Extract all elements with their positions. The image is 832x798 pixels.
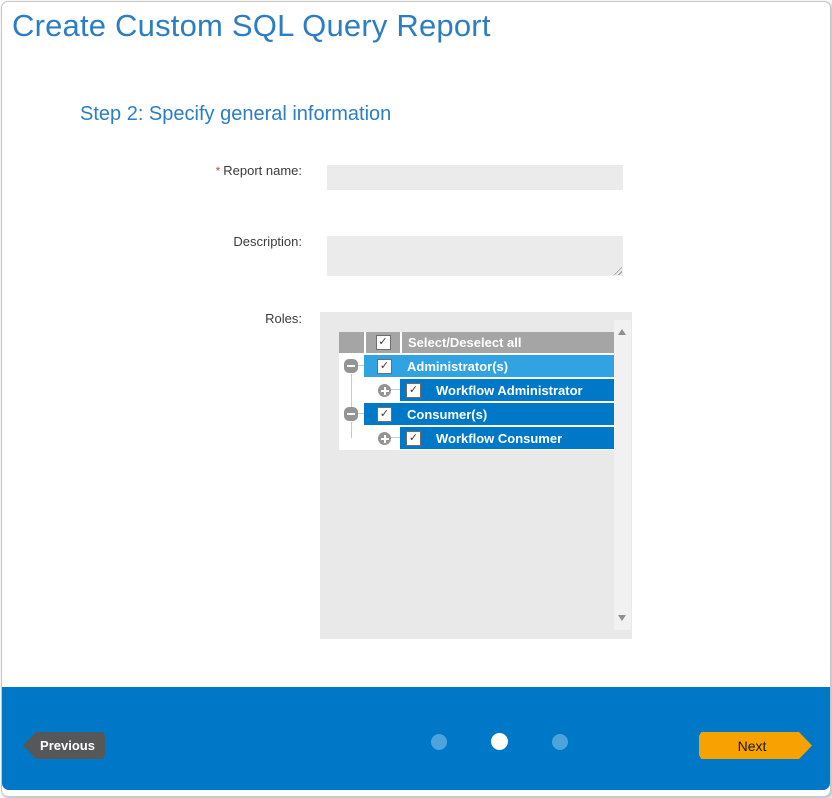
expand-icon[interactable] [378, 384, 391, 397]
tree-row-consumers[interactable]: ✓ Consumer(s) [364, 403, 614, 425]
step-indicator [431, 733, 568, 750]
wizard-window: Create Custom SQL Query Report Step 2: S… [1, 1, 831, 797]
row-checkbox[interactable]: ✓ [406, 383, 421, 398]
tree-connector-line [391, 389, 400, 390]
roles-label: Roles: [102, 311, 302, 326]
tree-header-checkbox-cell: ✓ [366, 332, 400, 353]
row-checkbox[interactable]: ✓ [377, 359, 392, 374]
expand-icon[interactable] [378, 432, 391, 445]
tree-row-workflow-administrator[interactable]: ✓ Workflow Administrator [400, 379, 614, 401]
next-button[interactable]: Next [699, 732, 812, 759]
report-name-label-text: Report name: [223, 163, 302, 178]
wizard-footer: Previous Next [2, 687, 830, 790]
step-dot-1 [431, 734, 447, 750]
tree-row-workflow-consumer[interactable]: ✓ Workflow Consumer [400, 427, 614, 449]
description-label: Description: [102, 234, 302, 249]
collapse-icon[interactable] [344, 407, 358, 421]
step-dot-3 [552, 734, 568, 750]
required-marker: * [216, 164, 221, 178]
report-name-label: *Report name: [102, 163, 302, 178]
step-dot-2-current [491, 733, 508, 750]
previous-button[interactable]: Previous [23, 732, 105, 759]
tree-header-label-cell: Select/Deselect all [402, 332, 614, 353]
scrollbar-down-icon[interactable] [618, 615, 626, 621]
description-field-wrap [327, 236, 623, 276]
row-checkbox[interactable]: ✓ [377, 407, 392, 422]
tree-row-label: Workflow Consumer [436, 431, 562, 446]
tree-row-label: Workflow Administrator [436, 383, 583, 398]
tree-row-label: Consumer(s) [407, 407, 487, 422]
page-title: Create Custom SQL Query Report [12, 8, 491, 44]
collapse-icon[interactable] [344, 359, 358, 373]
select-all-label: Select/Deselect all [402, 335, 521, 350]
tree-connector-line [351, 422, 352, 438]
tree-header-expand-cell [339, 332, 364, 353]
tree-row-administrators[interactable]: ✓ Administrator(s) [364, 355, 614, 377]
roles-scrollbar[interactable] [614, 320, 631, 630]
scrollbar-up-icon[interactable] [618, 329, 626, 335]
row-checkbox[interactable]: ✓ [406, 431, 421, 446]
report-name-input[interactable] [327, 165, 623, 190]
select-all-checkbox[interactable]: ✓ [376, 335, 391, 350]
description-textarea[interactable] [327, 236, 623, 276]
step-heading: Step 2: Specify general information [80, 103, 391, 126]
tree-connector-line [391, 437, 400, 438]
tree-row-label: Administrator(s) [407, 359, 508, 374]
roles-panel: ✓ Select/Deselect all ✓ Administrator(s)… [320, 312, 632, 639]
tree-connector-line [351, 374, 352, 407]
